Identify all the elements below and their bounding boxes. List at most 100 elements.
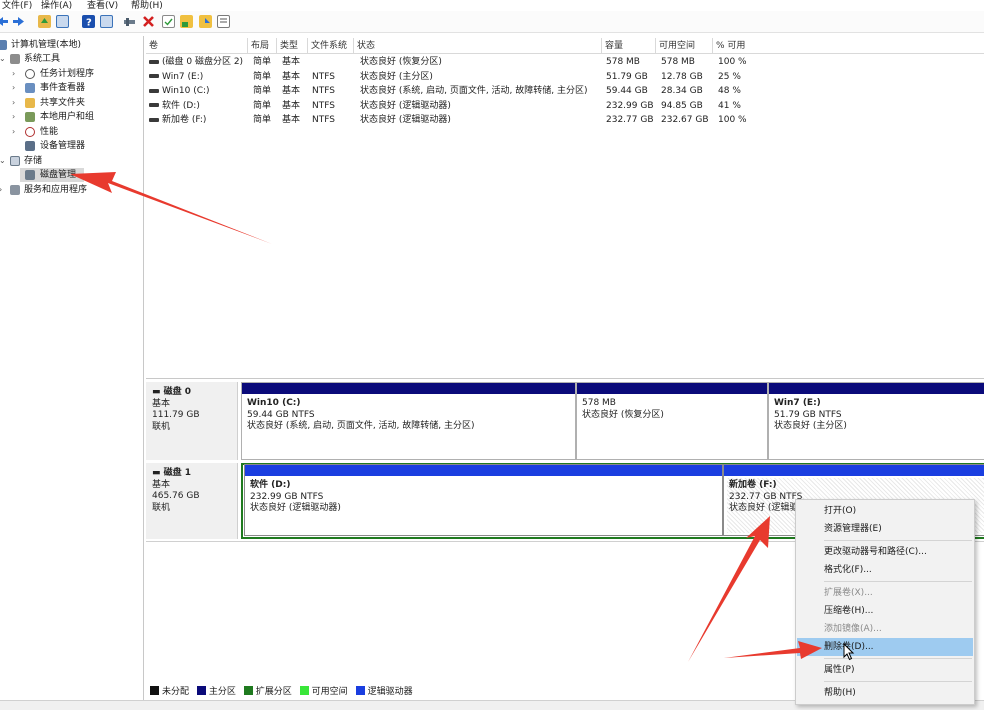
volume-list: 卷 布局 类型 文件系统 状态 容量 可用空间 % 可用 (磁盘 0 磁盘分区 … [146,38,984,378]
folder-open-icon[interactable] [199,15,212,28]
partition-status: 状态良好 (主分区) [774,421,847,431]
up-folder-icon[interactable] [38,15,51,28]
partition-status: 状态良好 (逻辑驱 [729,503,799,513]
chevron-down-icon[interactable]: ⌄ [0,154,6,168]
tools-icon [10,54,20,64]
chevron-right-icon[interactable]: › [12,96,15,110]
disk-name: 磁盘 1 [163,468,192,478]
logical-drive-bar [245,465,722,476]
cell-text: 状态良好 (主分区) [360,71,433,82]
menu-action[interactable]: 操作(A) [41,0,72,11]
table-cell: 59.44 GB [606,84,648,99]
disk-1-label[interactable]: ▬ 磁盘 1 基本 465.76 GB 联机 [146,463,238,539]
delete-icon[interactable] [142,15,155,28]
table-cell: 状态良好 (恢复分区) [360,55,442,70]
table-cell: NTFS [312,84,335,99]
table-cell: 简单 [253,55,271,70]
chevron-down-icon[interactable]: ⌄ [0,52,6,66]
menu-item-delete-volume[interactable]: 删除卷(D)... [797,638,973,656]
clock-icon [25,68,35,79]
properties-icon[interactable] [100,15,113,28]
legend-logical: 逻辑驱动器 [355,684,413,697]
col-filesystem[interactable]: 文件系统 [308,38,354,54]
cell-text: NTFS [312,86,335,96]
table-row[interactable]: 软件 (D:) 简单 基本 NTFS 状态良好 (逻辑驱动器) 232.99 GB 94.8… [146,99,984,114]
cell-text: 94.85 GB [661,100,703,111]
cell-text: NTFS [312,71,335,82]
col-layout[interactable]: 布局 [248,38,277,54]
table-cell: 48 % [718,84,741,99]
table-row[interactable]: 新加卷 (F:) 简单 基本 NTFS 状态良好 (逻辑驱动器) 232.77 GB 232… [146,113,984,128]
cell-text: 25 % [718,71,741,82]
col-status[interactable]: 状态 [354,38,602,54]
menu-file[interactable]: 文件(F) [2,0,32,11]
menu-item-help[interactable]: 帮助(H) [797,684,973,702]
menu-item-format[interactable]: 格式化(F)... [797,561,973,579]
col-free-space[interactable]: 可用空间 [656,38,713,54]
chevron-right-icon[interactable]: › [12,81,15,95]
menu-item-explore[interactable]: 资源管理器(E) [797,520,973,538]
users-icon [25,112,35,122]
menu-help[interactable]: 帮助(H) [131,0,163,11]
table-cell: 25 % [718,70,741,85]
chevron-right-icon[interactable]: › [12,125,15,139]
cell-text: 41 % [718,100,741,111]
legend-free-space: 可用空间 [299,684,348,697]
cell-text: 12.78 GB [661,71,703,82]
connect-icon[interactable] [123,15,136,28]
menu-item-change-drive-letter[interactable]: 更改驱动器号和路径(C)... [797,543,973,561]
disk-type: 基本 [152,479,171,490]
cell-text: 新加卷 (F:) [162,115,207,125]
menu-view[interactable]: 查看(V) [87,0,118,11]
partition-d[interactable]: 软件 (D:) 232.99 GB NTFS 状态良好 (逻辑驱动器) [244,464,723,536]
shared-folder-icon [25,97,35,108]
menu-separator [824,581,972,582]
performance-icon [25,126,35,137]
console-tree-icon[interactable] [56,15,69,28]
table-cell: NTFS [312,113,335,128]
cell-text: 简单 [253,86,272,96]
cell-text: 51.79 GB [606,71,648,82]
chevron-right-icon[interactable]: › [0,183,2,197]
disk-0-label[interactable]: ▬ 磁盘 0 基本 111.79 GB 联机 [146,382,238,460]
menu-separator [824,681,972,682]
check-icon[interactable] [162,15,175,28]
table-cell: 94.85 GB [661,99,703,114]
partition-c[interactable]: Win10 (C:) 59.44 GB NTFS 状态良好 (系统, 启动, 页… [241,382,576,460]
table-row[interactable]: Win10 (C:) 简单 基本 NTFS 状态良好 (系统, 启动, 页面文件, 活动… [146,84,984,99]
table-cell: 状态良好 (主分区) [360,70,433,85]
menu-item-properties[interactable]: 属性(P) [797,661,973,679]
partition-status: 状态良好 (恢复分区) [582,409,664,420]
table-cell: 简单 [253,84,271,99]
chevron-right-icon[interactable]: › [12,67,15,81]
col-capacity[interactable]: 容量 [602,38,656,54]
new-icon[interactable] [180,15,193,28]
table-cell: 简单 [253,113,271,128]
back-arrow-icon[interactable] [0,15,9,28]
toolbar: ? [0,11,984,33]
primary-partition-bar [577,383,767,394]
view-icon[interactable] [217,15,230,28]
table-cell: 100 % [718,113,747,128]
cell-text: 简单 [253,71,272,82]
table-cell: 状态良好 (逻辑驱动器) [360,99,451,114]
partition-e[interactable]: Win7 (E:) 51.79 GB NTFS 状态良好 (主分区) [768,382,984,460]
table-row[interactable]: (磁盘 0 磁盘分区 2) 简单 基本 状态良好 (恢复分区) 578 MB 578 MB… [146,55,984,70]
table-cell: NTFS [312,70,335,85]
col-volume[interactable]: 卷 [146,38,248,54]
col-percent-free[interactable]: % 可用 [713,38,984,54]
table-cell: Win7 (E:) [149,70,203,85]
forward-arrow-icon[interactable] [12,15,25,28]
partition-recovery[interactable]: 578 MB 状态良好 (恢复分区) [576,382,768,460]
tree-item-disk-management[interactable]: 磁盘管理 [20,168,84,182]
disk-size: 111.79 GB [152,410,200,420]
help-icon[interactable]: ? [82,15,95,29]
menu-item-open[interactable]: 打开(O) [797,502,973,520]
partition-status: 状态良好 (逻辑驱动器) [250,503,341,513]
menu-item-shrink-volume[interactable]: 压缩卷(H)... [797,602,973,620]
disk-state: 联机 [152,502,171,513]
col-type[interactable]: 类型 [277,38,308,54]
table-cell: 基本 [282,99,300,114]
table-row[interactable]: Win7 (E:) 简单 基本 NTFS 状态良好 (主分区) 51.79 GB 12.78… [146,70,984,85]
chevron-right-icon[interactable]: › [12,110,15,124]
